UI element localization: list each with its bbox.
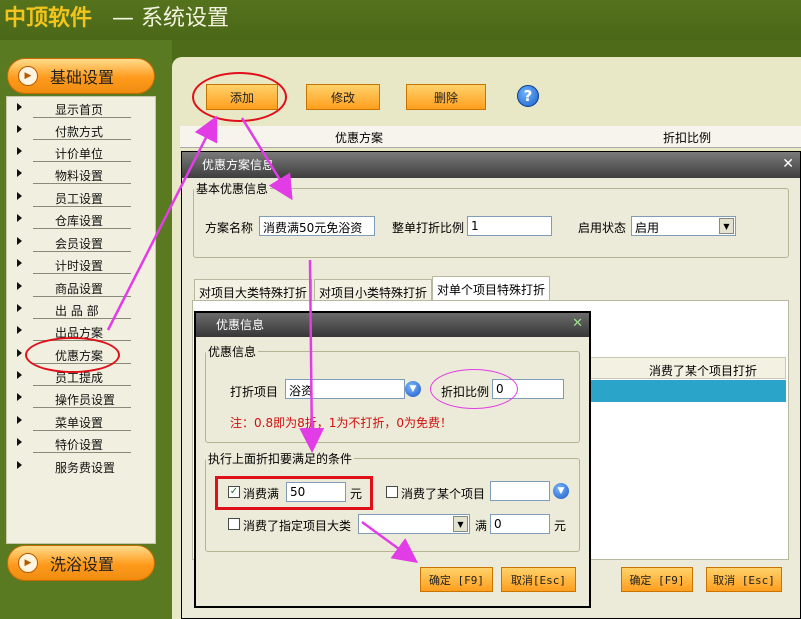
consumed-item-input[interactable] [490, 481, 550, 501]
sidebar-item-special-price[interactable]: 特价设置 [17, 434, 131, 453]
plan-name-label: 方案名称 [205, 221, 254, 235]
arrow-icon [17, 461, 22, 469]
arrow-icon [17, 169, 22, 177]
sidebar-item-service-fee[interactable]: 服务费设置 [17, 457, 131, 476]
arrow-icon [17, 349, 22, 357]
consumed-item-checkbox[interactable] [386, 486, 398, 498]
discount-item-input[interactable]: 浴资 [285, 379, 405, 399]
col-discount-plan: 优惠方案 [335, 131, 384, 145]
category-checkbox[interactable] [228, 518, 240, 530]
expand-icon: ▶ [18, 66, 38, 86]
dialog1-cancel-button[interactable]: 取消 [Esc] [706, 567, 782, 592]
annotation-add-circle [192, 72, 287, 122]
sidebar-item-unit[interactable]: 计价单位 [17, 143, 131, 162]
note-text: 注：0.8即为8折，1为不打折，0为免费！ [230, 416, 452, 430]
tab-subcategory[interactable]: 对项目小类特殊打折 [314, 279, 433, 301]
edit-button[interactable]: 修改 [306, 84, 380, 110]
arrow-icon [17, 438, 22, 446]
full-label: 满 [475, 519, 488, 533]
selected-row[interactable] [590, 380, 786, 402]
tab-single-item[interactable]: 对单个项目特殊打折 [432, 276, 551, 301]
close-icon[interactable]: ✕ [782, 156, 794, 172]
title-bar: 中顶软件 — 系统设置 [0, 0, 801, 40]
chevron-down-icon: ▼ [453, 516, 468, 532]
sidebar-item-payment[interactable]: 付款方式 [17, 121, 131, 140]
annotation-sidebar-circle [25, 337, 120, 373]
sidebar-item-output-dept[interactable]: 出 品 部 [17, 300, 131, 319]
dialog2-ok-button[interactable]: 确定 [F9] [420, 567, 493, 592]
arrow-icon [17, 237, 22, 245]
sidebar-menu: 显示首页 付款方式 计价单位 物料设置 员工设置 仓库设置 会员设置 计时设置 … [6, 96, 156, 544]
arrow-icon [17, 192, 22, 200]
delete-button[interactable]: 删除 [406, 84, 486, 110]
sidebar-item-goods[interactable]: 商品设置 [17, 278, 131, 297]
arrow-icon [17, 259, 22, 267]
sidebar-section-bath[interactable]: ▶ 洗浴设置 [7, 545, 155, 581]
dropdown-icon[interactable]: ▼ [553, 483, 569, 499]
arrow-icon [17, 416, 22, 424]
sidebar-item-staff[interactable]: 员工设置 [17, 188, 131, 207]
sidebar-section-bath-label: 洗浴设置 [50, 555, 115, 574]
close-icon[interactable]: ✕ [572, 316, 583, 331]
sidebar-item-member[interactable]: 会员设置 [17, 233, 131, 252]
arrow-icon [17, 304, 22, 312]
annotation-ratio-circle [430, 369, 518, 409]
full-amount-input[interactable]: 0 [490, 514, 550, 534]
unit-label-2: 元 [554, 519, 567, 533]
dropdown-icon[interactable]: ▼ [405, 381, 421, 397]
arrow-icon [17, 125, 22, 133]
sidebar-item-home[interactable]: 显示首页 [17, 99, 131, 118]
annotation-spend-box [215, 476, 373, 510]
discount-item-label: 打折项目 [230, 385, 279, 399]
grid-col-header: 消费了某个项目打折 [590, 357, 786, 379]
expand-icon: ▶ [18, 553, 38, 573]
dialog-title: 优惠方案信息 [182, 152, 800, 178]
plan-name-input[interactable]: 消费满50元免浴资 [259, 216, 375, 236]
category-select[interactable]: ▼ [358, 514, 470, 534]
arrow-icon [17, 393, 22, 401]
chevron-down-icon: ▼ [719, 218, 734, 234]
col-discount-ratio: 折扣比例 [663, 131, 712, 145]
page-title: — 系统设置 [112, 6, 229, 31]
consumed-item-label: 消费了某个项目 [401, 487, 486, 501]
tab-category[interactable]: 对项目大类特殊打折 [194, 279, 313, 301]
dialog-title: 优惠信息 [196, 313, 589, 337]
sidebar-section-basic-label: 基础设置 [50, 68, 115, 87]
status-label: 启用状态 [578, 221, 627, 235]
status-value: 启用 [635, 221, 660, 235]
sidebar-item-timing[interactable]: 计时设置 [17, 255, 131, 274]
arrow-icon [17, 371, 22, 379]
status-select[interactable]: 启用 ▼ [631, 216, 736, 236]
arrow-icon [17, 282, 22, 290]
arrow-icon [17, 214, 22, 222]
arrow-icon [17, 103, 22, 111]
sidebar-item-warehouse[interactable]: 仓库设置 [17, 210, 131, 229]
sidebar-item-menu[interactable]: 菜单设置 [17, 412, 131, 431]
arrow-icon [17, 147, 22, 155]
app-name: 中顶软件 [4, 6, 93, 31]
ratio-label: 整单打折比例 [392, 221, 465, 235]
grid-header: 优惠方案 折扣比例 [180, 126, 801, 148]
sidebar-item-material[interactable]: 物料设置 [17, 165, 131, 184]
sidebar-item-operator[interactable]: 操作员设置 [17, 389, 131, 408]
ratio-input[interactable]: 1 [467, 216, 552, 236]
help-icon[interactable]: ? [517, 85, 539, 107]
dialog2-cancel-button[interactable]: 取消[Esc] [501, 567, 576, 592]
category-label: 消费了指定项目大类 [243, 519, 352, 533]
arrow-icon [17, 326, 22, 334]
sidebar-section-basic[interactable]: ▶ 基础设置 [7, 58, 155, 94]
dialog1-ok-button[interactable]: 确定 [F9] [621, 567, 693, 592]
